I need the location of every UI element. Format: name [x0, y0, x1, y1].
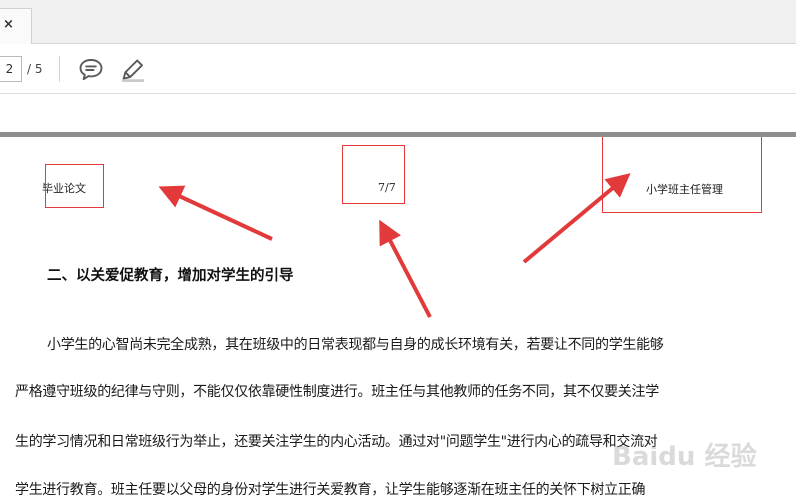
paragraph-line: 生的学习情况和日常班级行为举止，还要关注学生的内心活动。通过对"问题学生"进行内…	[15, 434, 658, 450]
document-tab[interactable]: ×	[0, 8, 32, 45]
paragraph-line: 小学生的心智尚未完全成熟，其在班级中的日常表现都与自身的成长环境有关，若要让不同…	[47, 337, 664, 353]
paragraph-line: 严格遵守班级的纪律与守则，不能仅仅依靠硬性制度进行。班主任与其他教师的任务不同，…	[15, 384, 659, 400]
comment-icon[interactable]	[78, 57, 104, 83]
arrow-to-left-box	[158, 185, 273, 241]
page-number-input[interactable]	[0, 56, 22, 82]
section-heading: 二、以关爱促教育，增加对学生的引导	[47, 268, 294, 284]
page-total-label: / 5	[27, 62, 43, 76]
toolbar: / 5	[0, 44, 796, 94]
highlight-box-left	[45, 164, 104, 208]
close-tab-icon[interactable]: ×	[3, 18, 14, 32]
highlight-box-right	[602, 137, 762, 213]
arrow-to-center-box	[379, 219, 432, 318]
paragraph-line: 学生进行教育。班主任要以父母的身份对学生进行关爱教育，让学生能够逐渐在班主任的关…	[15, 482, 646, 498]
highlighter-pen-icon[interactable]	[120, 57, 146, 83]
highlight-box-center	[342, 145, 405, 204]
watermark-logo: Baidu 经验	[612, 442, 757, 472]
tab-strip: ×	[0, 0, 796, 45]
toolbar-divider	[59, 56, 60, 82]
